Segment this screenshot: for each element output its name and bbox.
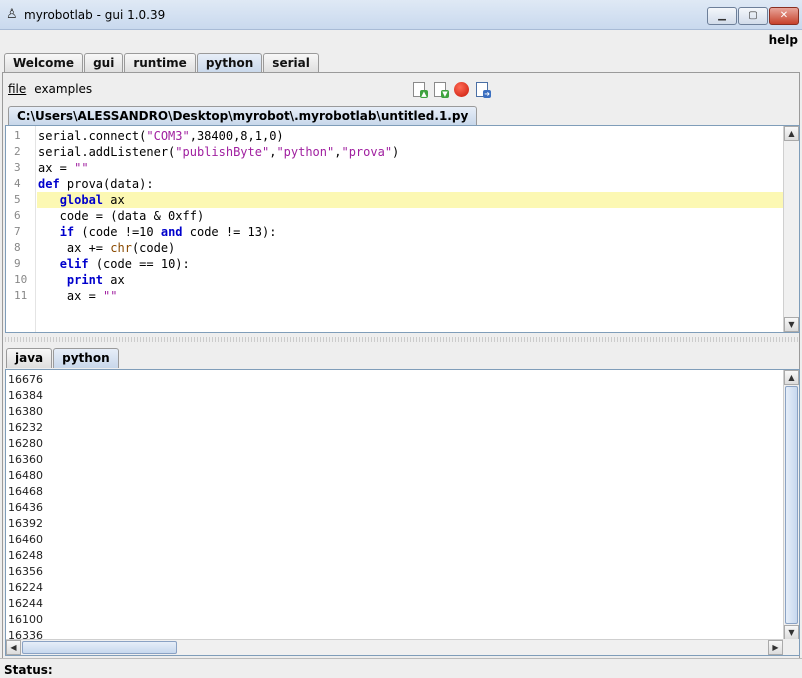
status-label: Status: — [4, 663, 53, 677]
code-line[interactable]: ax = "" — [37, 160, 786, 176]
help-menu[interactable]: help — [769, 33, 798, 47]
tab-welcome[interactable]: Welcome — [4, 53, 84, 73]
line-number-gutter: 1 2 3 4 5 6 7 8 9 10 11 — [6, 126, 36, 332]
console-tabs: java python — [6, 348, 120, 368]
python-toolbar: ▲ ▼ ➜ — [412, 81, 496, 98]
open-file-button[interactable]: ▼ — [433, 81, 449, 98]
code-editor[interactable]: 1 2 3 4 5 6 7 8 9 10 11 serial.connect("… — [5, 125, 800, 333]
python-menu: file examples — [8, 82, 100, 96]
editor-vertical-scrollbar[interactable]: ▲ ▼ — [783, 126, 799, 332]
output-line: 16356 — [8, 565, 43, 578]
scroll-down-icon[interactable]: ▼ — [784, 625, 799, 640]
console-output[interactable]: 16676 16384 16380 16232 16280 16360 16480 16468… — [5, 369, 800, 656]
output-line: 16244 — [8, 597, 43, 610]
output-vertical-scrollbar[interactable]: ▲ ▼ — [783, 370, 799, 640]
line-number: 7 — [14, 225, 21, 238]
line-number: 11 — [14, 289, 28, 302]
code-line[interactable]: serial.connect("COM3",38400,8,1,0) — [37, 128, 786, 144]
output-horizontal-scrollbar[interactable]: ◀ ▶ — [6, 639, 784, 655]
tab-java[interactable]: java — [6, 348, 53, 368]
scroll-down-icon[interactable]: ▼ — [784, 317, 799, 332]
output-line: 16380 — [8, 405, 43, 418]
tab-serial[interactable]: serial — [263, 53, 319, 73]
maximize-button[interactable]: ▢ — [738, 7, 768, 25]
line-number: 3 — [14, 161, 21, 174]
line-number: 5 — [14, 193, 21, 206]
code-line[interactable]: elif (code == 10): — [37, 256, 786, 272]
output-line: 16248 — [8, 549, 43, 562]
output-line: 16480 — [8, 469, 43, 482]
output-line: 16360 — [8, 453, 43, 466]
horizontal-scroll-thumb[interactable] — [22, 641, 177, 654]
output-line: 16232 — [8, 421, 43, 434]
line-number: 10 — [14, 273, 28, 286]
editor-file-tab[interactable]: C:\Users\ALESSANDRO\Desktop\myrobot\.myr… — [8, 106, 478, 125]
code-area[interactable]: serial.connect("COM3",38400,8,1,0) serial… — [37, 128, 786, 304]
code-line[interactable]: ax = "" — [37, 288, 786, 304]
examples-menu[interactable]: examples — [34, 82, 92, 96]
scroll-up-icon[interactable]: ▲ — [784, 126, 799, 141]
line-number: 1 — [14, 129, 21, 142]
code-line[interactable]: global ax — [37, 192, 786, 208]
scroll-left-icon[interactable]: ◀ — [6, 640, 21, 655]
minimize-icon: ▁ — [718, 10, 726, 21]
status-bar: Status: — [0, 658, 802, 678]
tab-runtime[interactable]: runtime — [124, 53, 196, 73]
close-icon: ✕ — [779, 10, 789, 21]
scroll-thumb[interactable] — [785, 386, 798, 624]
output-line: 16460 — [8, 533, 43, 546]
close-button[interactable]: ✕ — [769, 7, 799, 25]
scroll-up-icon[interactable]: ▲ — [784, 370, 799, 385]
code-line[interactable]: serial.addListener("publishByte","python… — [37, 144, 786, 160]
new-file-button[interactable]: ▲ — [412, 81, 428, 98]
file-menu[interactable]: file — [8, 82, 26, 96]
line-number: 2 — [14, 145, 21, 158]
output-line: 16676 — [8, 373, 43, 386]
output-line: 16280 — [8, 437, 43, 450]
code-line[interactable]: ax += chr(code) — [37, 240, 786, 256]
save-file-button[interactable]: ➜ — [475, 81, 491, 98]
tab-gui[interactable]: gui — [84, 53, 124, 73]
code-line[interactable]: print ax — [37, 272, 786, 288]
stop-button[interactable] — [454, 81, 470, 98]
code-line[interactable]: def prova(data): — [37, 176, 786, 192]
line-number: 9 — [14, 257, 21, 270]
tab-python[interactable]: python — [196, 53, 263, 73]
service-tabs: Welcome gui runtime python serial — [4, 53, 320, 73]
menu-bar: help — [0, 30, 802, 50]
tab-python-console[interactable]: python — [53, 348, 119, 368]
line-number: 4 — [14, 177, 21, 190]
title-bar: ♙ myrobotlab - gui 1.0.39 ▁ ▢ ✕ — [0, 0, 802, 30]
line-number: 8 — [14, 241, 21, 254]
code-line[interactable]: code = (data & 0xff) — [37, 208, 786, 224]
output-line: 16224 — [8, 581, 43, 594]
stop-icon — [454, 82, 469, 97]
maximize-icon: ▢ — [748, 10, 758, 21]
output-lines: 16676 16384 16380 16232 16280 16360 16480 16468… — [8, 372, 43, 644]
output-line: 16100 — [8, 613, 43, 626]
minimize-button[interactable]: ▁ — [707, 7, 737, 25]
scroll-corner — [783, 639, 799, 655]
output-line: 16384 — [8, 389, 43, 402]
output-line: 16436 — [8, 501, 43, 514]
line-number: 6 — [14, 209, 21, 222]
code-line[interactable]: if (code !=10 and code != 13): — [37, 224, 786, 240]
output-line: 16392 — [8, 517, 43, 530]
output-line: 16468 — [8, 485, 43, 498]
window-title: myrobotlab - gui 1.0.39 — [24, 8, 166, 22]
robot-icon: ♙ — [6, 7, 18, 22]
scroll-right-icon[interactable]: ▶ — [768, 640, 783, 655]
split-pane-divider[interactable] — [5, 337, 800, 342]
